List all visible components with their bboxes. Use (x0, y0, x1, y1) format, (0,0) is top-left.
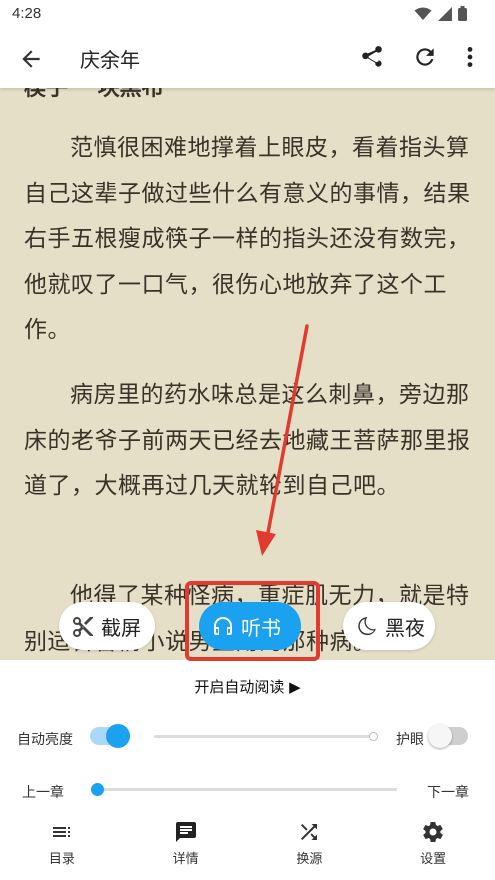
system-icons (414, 6, 467, 21)
gear-icon (423, 821, 443, 843)
nav-label: 目录 (48, 852, 75, 867)
status-time: 4:28 (12, 5, 42, 22)
auto-brightness-label: 自动亮度 (17, 732, 73, 748)
screenshot-label: 截屏 (101, 615, 141, 640)
nav-label: 换源 (296, 852, 323, 867)
brightness-slider-track[interactable] (154, 735, 370, 738)
toggle-knob (428, 724, 452, 748)
auto-brightness-toggle[interactable] (90, 724, 130, 748)
chat-icon (175, 822, 196, 842)
refresh-icon[interactable] (412, 44, 438, 70)
paragraph: 病房里的药水味总是这么刺鼻，旁边那床的老爷子前两天已经去地藏王菩萨那里报道了，大… (24, 382, 471, 499)
screenshot-button[interactable]: 截屏 (59, 602, 155, 650)
reading-area[interactable]: 楔子 一块黑布 范慎很困难地撑着上眼皮，看着指头算自己这辈子做过些什么有意义的事… (0, 88, 495, 660)
toggle-knob (106, 724, 130, 748)
share-icon[interactable] (359, 44, 385, 70)
bottom-nav: 目录 详情 换源 设置 (0, 810, 495, 880)
status-bar: 4:28 (0, 0, 495, 28)
brightness-slider-thumb[interactable] (369, 732, 378, 741)
toc-icon (52, 827, 70, 837)
night-mode-label: 黑夜 (385, 615, 425, 640)
scissors-icon (73, 617, 93, 637)
nav-item-change-source[interactable]: 换源 (248, 810, 372, 880)
nav-item-toc[interactable]: 目录 (0, 810, 124, 880)
eye-care-toggle[interactable] (428, 724, 468, 748)
eye-care-label: 护眼 (396, 732, 424, 748)
night-mode-button[interactable]: 黑夜 (343, 602, 435, 650)
nav-item-settings[interactable]: 设置 (371, 810, 495, 880)
chapter-title: 楔子 一块黑布 (24, 88, 164, 101)
nav-label: 详情 (172, 852, 199, 867)
moon-icon (358, 617, 376, 636)
signal-icon (438, 6, 452, 21)
headphones-icon (214, 617, 232, 635)
listen-book-label: 听书 (241, 615, 281, 640)
reader-control-panel: 开启自动阅读 ▶ 自动亮度 护眼 上一章 下一章 目录 详情 换源 设置 (0, 660, 495, 880)
auto-read-button[interactable]: 开启自动阅读 ▶ (0, 676, 495, 697)
next-chapter-button[interactable]: 下一章 (427, 782, 469, 802)
prev-chapter-button[interactable]: 上一章 (22, 782, 64, 802)
nav-label: 设置 (420, 852, 447, 867)
chapter-progress-track[interactable] (97, 788, 397, 791)
app-bar: 庆余年 (0, 28, 495, 88)
more-vert-icon[interactable] (457, 44, 483, 70)
listen-book-button[interactable]: 听书 (199, 602, 301, 650)
book-title: 庆余年 (80, 48, 140, 72)
chapter-progress-thumb[interactable] (91, 783, 104, 796)
back-arrow-icon[interactable] (18, 46, 44, 72)
paragraph: 范慎很困难地撑着上眼皮，看着指头算自己这辈子做过些什么有意义的事情，结果右手五根… (24, 135, 471, 343)
battery-icon (458, 6, 467, 21)
wifi-icon (414, 7, 432, 20)
nav-item-details[interactable]: 详情 (124, 810, 248, 880)
shuffle-icon (301, 824, 318, 840)
